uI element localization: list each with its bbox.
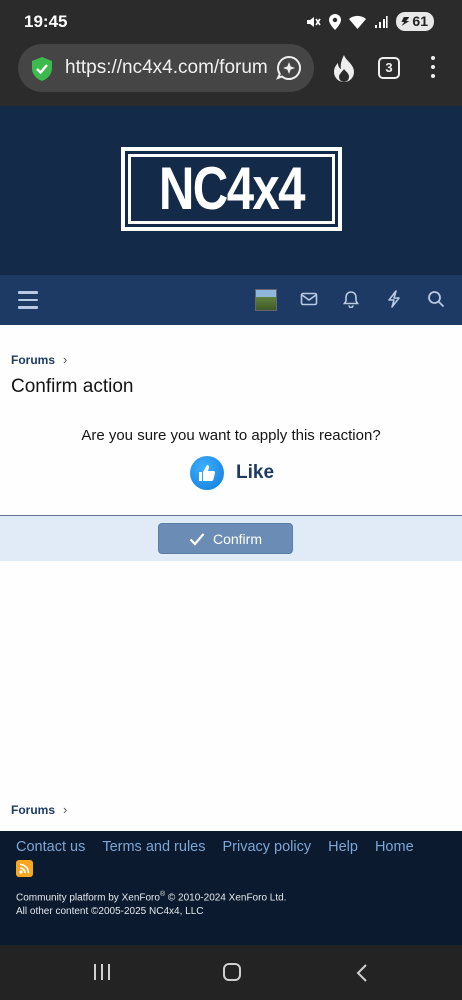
status-bar: 19:45 61 [0,0,462,44]
signal-icon [375,15,389,28]
nav-bar [0,275,462,325]
form-submit-row: Confirm [0,515,462,561]
flame-icon[interactable] [332,55,356,83]
footer-link-help[interactable]: Help [328,839,358,855]
logo-text: NC4x4 [159,155,306,222]
wifi-icon [349,15,367,29]
site-logo[interactable]: NC4x4 [121,147,342,231]
footer-links: Contact us Terms and rules Privacy polic… [16,839,414,855]
recents-icon[interactable] [94,964,110,980]
confirm-button-label: Confirm [212,530,262,547]
footer-link-contact[interactable]: Contact us [16,839,85,855]
url-text[interactable]: https://nc4x4.com/forum [65,57,270,79]
reaction-display: Like [190,456,274,490]
copyright-text: Community platform by XenForo® © 2010-20… [16,888,286,919]
status-time: 19:45 [24,12,68,31]
site-header: NC4x4 [0,106,462,275]
back-icon[interactable] [356,963,368,983]
lightning-icon[interactable] [386,290,402,308]
tab-switcher-button[interactable]: 3 [378,57,400,79]
rss-icon[interactable] [16,860,33,877]
address-bar[interactable]: https://nc4x4.com/forum [18,44,314,92]
page-title: Confirm action [11,376,134,397]
page-footer: Contact us Terms and rules Privacy polic… [0,831,462,945]
hamburger-menu-icon[interactable] [18,291,38,314]
breadcrumb-forums-link-bottom[interactable]: Forums [11,803,55,817]
reaction-label: Like [236,462,275,483]
more-menu-icon[interactable] [431,56,437,83]
checkmark-icon [189,532,205,546]
user-avatar[interactable] [255,289,277,311]
copyright-content: All other content ©2005-2025 NC4x4, LLC [16,906,204,918]
battery-indicator: 61 [396,12,434,31]
breadcrumb-bottom: Forums › [11,802,67,817]
breadcrumb-forums-link[interactable]: Forums [11,353,55,367]
chevron-right-icon: › [63,802,68,817]
footer-link-terms[interactable]: Terms and rules [102,839,205,855]
footer-link-privacy[interactable]: Privacy policy [222,839,311,855]
home-icon[interactable] [223,963,241,981]
copyright-xenforo: © 2010-2024 XenForo Ltd. [165,892,287,904]
chevron-right-icon: › [63,352,68,367]
status-icons: 61 [305,12,434,31]
footer-link-home[interactable]: Home [375,839,414,855]
browser-toolbar: https://nc4x4.com/forum 3 [0,44,462,106]
shield-check-icon[interactable] [30,56,54,82]
copyright-platform[interactable]: Community platform by XenForo [16,892,160,903]
thumbs-up-icon [190,456,224,490]
inbox-icon[interactable] [300,290,318,308]
search-icon[interactable] [427,290,445,308]
mute-icon [307,16,322,27]
breadcrumb-top: Forums › [11,352,67,367]
location-icon [329,13,342,30]
assistant-icon[interactable] [276,55,302,81]
confirm-question: Are you sure you want to apply this reac… [81,427,381,444]
system-nav-bar [0,945,462,1000]
confirm-button[interactable]: Confirm [158,523,293,554]
bell-icon[interactable] [342,290,360,308]
